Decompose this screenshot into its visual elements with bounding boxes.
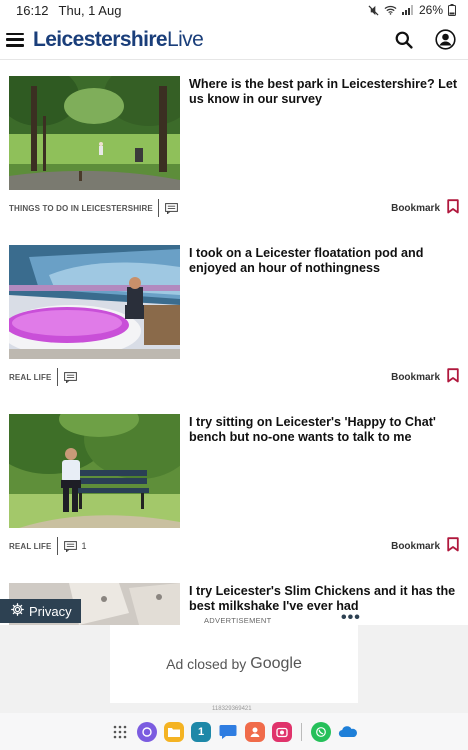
article-card[interactable]: I took on a Leicester floatation pod and… [0,245,468,395]
ad-closed-box: Ad closed by Google [110,625,358,703]
comment-icon[interactable] [63,540,77,552]
app-drawer-icon[interactable] [110,722,130,742]
article-headline[interactable]: I took on a Leicester floatation pod and… [189,246,459,276]
messages-app-icon[interactable] [218,722,238,742]
ad-label: ADVERTISEMENT [204,616,272,625]
internet-app-icon[interactable] [137,721,157,742]
ad-closed-text: Ad closed by [166,656,247,672]
bookmark-icon [447,368,459,386]
onedrive-app-icon[interactable] [338,722,358,742]
header-actions [395,29,460,50]
privacy-button[interactable]: Privacy [0,599,81,623]
folder-app-icon[interactable] [164,721,184,742]
article-headline[interactable]: I try sitting on Leicester's 'Happy to C… [189,415,459,445]
bookmark-label: Bookmark [391,540,440,552]
logo-light-text: Live [167,27,204,51]
site-logo[interactable]: LeicestershireLive [33,27,204,52]
menu-icon[interactable] [6,32,24,47]
status-icons: 26% [368,3,456,17]
divider [56,368,58,386]
gear-icon [11,603,24,619]
google-logo: Google [250,655,302,672]
bookmark-label: Bookmark [391,202,440,214]
wifi-icon [384,5,397,15]
article-tag[interactable]: REAL LIFE [9,542,52,551]
ad-id: 118329369421 [212,706,252,712]
contacts-app-icon[interactable] [245,721,265,742]
search-icon[interactable] [395,31,413,49]
app-dock: 1 [0,713,468,750]
comment-icon[interactable] [165,202,178,214]
article-card[interactable]: Where is the best park in Leicestershire… [0,76,468,226]
divider [56,537,58,555]
article-image-floatation[interactable] [9,245,180,359]
article-meta: REAL LIFE 1 Bookmark [9,536,459,556]
bookmark-button[interactable]: Bookmark [391,537,459,555]
battery-icon [448,4,456,16]
article-headline[interactable]: Where is the best park in Leicestershire… [189,77,459,107]
site-header: LeicestershireLive [0,20,468,60]
bookmark-icon [447,199,459,217]
article-tag[interactable]: THINGS TO DO IN LEICESTERSHIRE [9,204,153,213]
bookmark-button[interactable]: Bookmark [391,368,459,386]
article-card[interactable]: I try sitting on Leicester's 'Happy to C… [0,414,468,564]
mute-icon [368,4,379,16]
whatsapp-app-icon[interactable] [311,721,331,742]
article-meta: REAL LIFE Bookmark [9,367,459,387]
bookmark-label: Bookmark [391,371,440,383]
signal-icon [401,5,414,15]
divider [157,199,159,217]
article-tag[interactable]: REAL LIFE [9,373,52,382]
status-bar: 16:12 Thu, 1 Aug 26% [0,0,468,20]
account-icon[interactable] [435,29,456,50]
bookmark-button[interactable]: Bookmark [391,199,459,217]
article-image-park[interactable] [9,76,180,190]
privacy-label: Privacy [29,603,72,619]
status-date: Thu, 1 Aug [58,2,122,18]
article-meta: THINGS TO DO IN LEICESTERSHIRE Bookmark [9,198,459,218]
comment-count: 1 [81,541,87,551]
logo-bold-text: Leicestershire [33,27,168,51]
article-headline[interactable]: I try Leicester's Slim Chickens and it h… [189,584,459,614]
dock-divider [301,722,302,741]
article-image-bench[interactable] [9,414,180,528]
bookmark-icon [447,537,459,555]
calendar-day: 1 [197,725,205,738]
calendar-app-icon[interactable]: 1 [191,721,211,742]
camera-app-icon[interactable] [272,721,292,742]
ad-options-icon[interactable]: ••• [341,610,361,626]
comment-icon[interactable] [63,371,77,383]
battery-level: 26% [418,3,443,17]
status-time: 16:12 [16,2,49,18]
